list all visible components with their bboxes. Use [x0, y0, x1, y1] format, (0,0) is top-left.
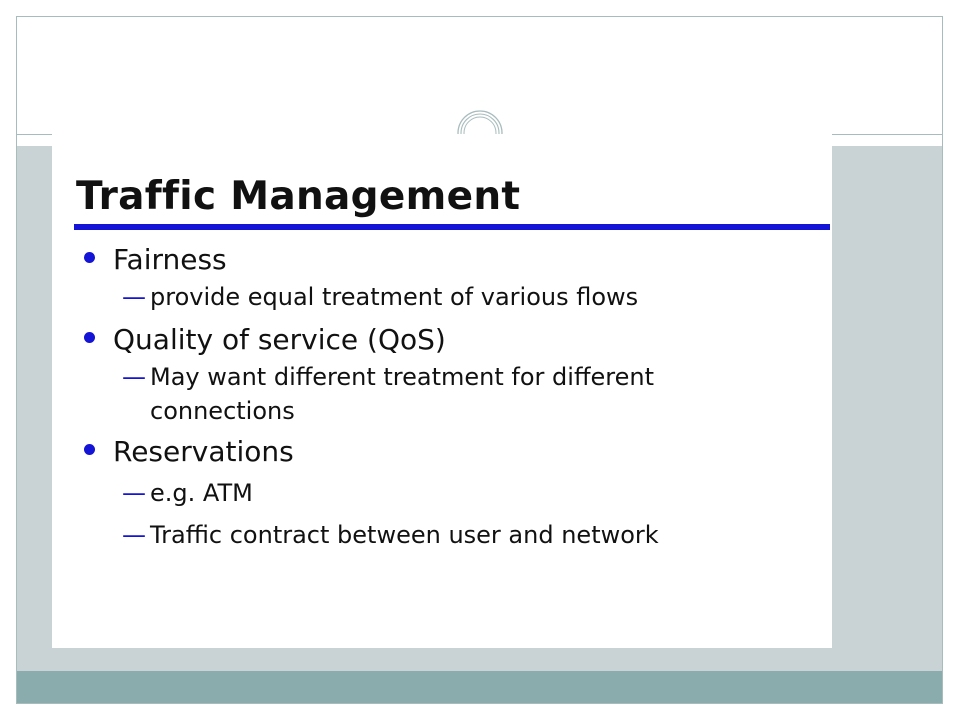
bullet-item: Fairness: [80, 240, 820, 280]
bullet-dot-icon: [84, 252, 95, 263]
dash-icon: —: [122, 479, 146, 507]
bullet-dot-icon: [84, 444, 95, 455]
bullet-item: Quality of service (QoS): [80, 320, 820, 360]
footer-band: [17, 671, 942, 703]
title-underline: [74, 224, 830, 230]
dash-icon: —: [122, 283, 146, 311]
sub-bullet-item: — May want different treatment for diffe…: [80, 360, 820, 428]
bullet-text: Quality of service (QoS): [113, 323, 446, 356]
bullet-text: Reservations: [113, 435, 294, 468]
dash-icon: —: [122, 521, 146, 549]
dash-icon: —: [122, 363, 146, 391]
sub-bullet-item: — Traffic contract between user and netw…: [80, 518, 820, 552]
sub-bullet-text: May want different treatment for differe…: [150, 363, 654, 425]
sub-bullet-item: — provide equal treatment of various flo…: [80, 280, 820, 314]
sub-bullet-text: Traffic contract between user and networ…: [150, 521, 659, 549]
bullet-text: Fairness: [113, 243, 227, 276]
slide-title: Traffic Management: [76, 174, 521, 219]
concentric-arc-ornament-icon: [455, 107, 505, 137]
sub-bullet-text: e.g. ATM: [150, 479, 253, 507]
sub-bullet-item: — e.g. ATM: [80, 476, 820, 510]
bullet-item: Reservations: [80, 432, 820, 472]
bullet-list: Fairness — provide equal treatment of va…: [80, 240, 820, 552]
slide-content-image: Traffic Management Fairness — provide eq…: [52, 134, 832, 648]
bullet-dot-icon: [84, 332, 95, 343]
sub-bullet-text: provide equal treatment of various flows: [150, 283, 639, 311]
